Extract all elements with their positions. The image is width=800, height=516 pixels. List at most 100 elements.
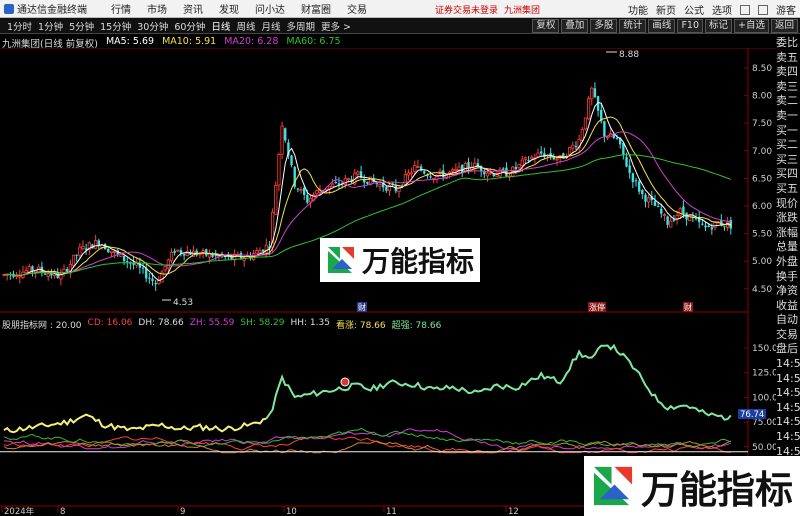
candle-body[interactable] [637,181,641,192]
candle-body[interactable] [331,183,335,187]
candle-body[interactable] [662,214,667,216]
order-book-item[interactable]: 卖四 [776,65,800,80]
candle-body[interactable] [346,178,351,181]
candle-body[interactable] [154,282,157,285]
order-book-item[interactable]: 卖三 [776,80,800,95]
candle-body[interactable] [406,172,411,176]
current-stock[interactable]: 九洲集团 [504,3,540,16]
candle-body[interactable] [502,168,505,170]
add-watchlist-button[interactable]: +自选 [734,19,769,33]
candle-body[interactable] [261,249,265,252]
candle-body[interactable] [644,194,647,202]
candle-body[interactable] [634,180,638,182]
candle-body[interactable] [324,188,328,191]
candle-body[interactable] [454,169,458,171]
candle-body[interactable] [593,88,597,98]
candle-body[interactable] [378,183,382,187]
tab-multi-period[interactable]: 多周期 [283,19,318,33]
order-book-item[interactable]: 净资 [776,284,800,299]
menu-item-news[interactable]: 资讯 [183,1,203,16]
candle-body[interactable] [403,173,407,186]
candle-body[interactable] [707,225,710,227]
candle-body[interactable] [113,251,117,253]
tab-30min[interactable]: 30分钟 [134,19,171,33]
candle-body[interactable] [451,169,455,172]
candle-body[interactable] [166,259,170,269]
candle-body[interactable] [574,146,578,148]
candle-body[interactable] [587,98,591,120]
tab-60min[interactable]: 60分钟 [171,19,208,33]
order-book-item[interactable]: 买三 [776,153,800,168]
candle-body[interactable] [163,266,167,271]
menu-new-page[interactable]: 新页 [656,2,676,17]
candle-body[interactable] [43,273,47,275]
candle-body[interactable] [467,162,470,168]
candle-body[interactable] [290,155,293,166]
candle-body[interactable] [625,157,628,167]
candle-body[interactable] [214,255,217,257]
order-book-item[interactable]: 收益 [776,299,800,314]
candle-body[interactable] [107,248,110,253]
adjust-button[interactable]: 复权 [532,19,560,33]
candle-body[interactable] [334,182,337,184]
candle-body[interactable] [461,164,464,173]
candle-body[interactable] [151,278,154,281]
candle-body[interactable] [201,250,205,253]
order-book-item[interactable]: 卖一 [776,109,800,124]
candle-body[interactable] [71,254,76,266]
candle-body[interactable] [540,151,543,154]
order-book-item[interactable]: 买五 [776,182,800,197]
candle-body[interactable] [205,249,208,256]
menu-options[interactable]: 选项 [712,2,732,17]
candle-body[interactable] [122,255,126,261]
candle-body[interactable] [198,253,202,256]
menu-item-trade[interactable]: 交易 [347,1,367,16]
candle-body[interactable] [27,266,31,273]
candle-body[interactable] [530,156,534,160]
stats-button[interactable]: 统计 [619,19,647,33]
order-book-item[interactable]: 买二 [776,138,800,153]
candle-body[interactable] [18,275,22,278]
candle-body[interactable] [605,136,610,139]
candle-body[interactable] [109,251,114,254]
tab-more[interactable]: 更多 > [318,19,354,33]
signal-dot[interactable] [340,377,350,387]
event-tag[interactable]: 涨停 [589,302,605,312]
order-book-item[interactable]: 涨幅 [776,226,800,241]
candle-body[interactable] [66,269,69,272]
tab-weekly[interactable]: 周线 [233,19,258,33]
candle-body[interactable] [694,218,698,220]
candle-body[interactable] [62,268,66,273]
candle-body[interactable] [299,189,303,191]
candle-body[interactable] [81,245,85,250]
f10-button[interactable]: F10 [677,19,703,33]
menu-item-quotes[interactable]: 行情 [111,1,131,16]
candle-body[interactable] [628,165,631,173]
event-tag[interactable]: 财 [684,302,692,312]
order-book-item[interactable]: 外盘 [776,255,800,270]
candle-body[interactable] [641,189,644,195]
candle-body[interactable] [284,128,287,141]
order-book-item[interactable]: 现价 [776,197,800,212]
order-book-item[interactable]: 自动 [776,313,800,328]
candle-body[interactable] [527,159,530,161]
candle-body[interactable] [211,254,214,257]
kline-chart[interactable]: 8.50 8.00 7.50 7.00 6.50 6.00 5.50 5.00 4.50 8.8… [0,48,776,516]
login-status[interactable]: 证券交易未登录 [435,3,498,16]
candle-body[interactable] [385,186,388,191]
minimize-icon[interactable] [740,4,750,15]
candle-body[interactable] [489,172,493,175]
order-book-item[interactable]: 卖二 [776,94,800,109]
candle-body[interactable] [631,173,635,182]
menu-function[interactable]: 功能 [628,2,648,17]
order-book-item[interactable]: 总量 [776,240,800,255]
event-tag[interactable]: 财 [358,302,366,312]
candle-body[interactable] [141,267,145,269]
candle-body[interactable] [514,167,518,169]
candle-body[interactable] [46,273,50,277]
candle-body[interactable] [590,87,594,100]
candle-body[interactable] [410,172,414,175]
candle-body[interactable] [580,129,584,141]
candle-body[interactable] [536,152,540,158]
mark-button[interactable]: 标记 [705,19,733,33]
